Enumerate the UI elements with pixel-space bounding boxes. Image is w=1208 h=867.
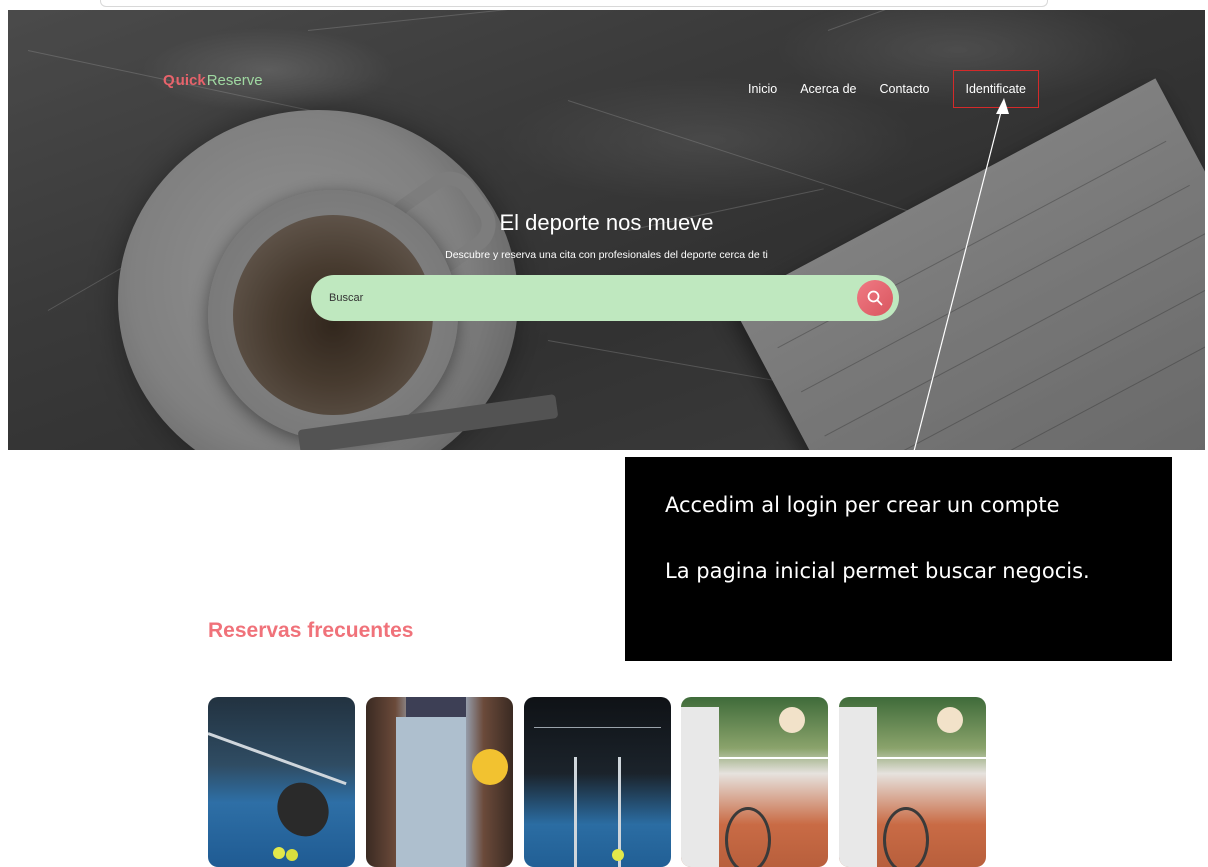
callout-line-2: La pagina inicial permet buscar negocis. (665, 559, 1090, 583)
nav-contacto[interactable]: Contacto (879, 78, 929, 100)
hero-banner: Q uick Reserve Inicio Acerca de Contacto… (8, 10, 1205, 450)
nav-acerca-de[interactable]: Acerca de (800, 78, 856, 100)
search-input[interactable] (327, 291, 857, 305)
card-tennis-1[interactable] (681, 697, 828, 867)
nav-identificate[interactable]: Identificate (952, 70, 1039, 108)
brand-logo[interactable]: Q uick Reserve (163, 72, 263, 89)
search-button[interactable] (857, 280, 893, 316)
card-tennis-2[interactable] (839, 697, 986, 867)
frequent-bookings-title: Reservas frecuentes (208, 619, 414, 642)
card-bowling[interactable] (366, 697, 513, 867)
annotation-callout: Accedim al login per crear un compte La … (625, 457, 1172, 661)
card-padel-court[interactable] (524, 697, 671, 867)
hero-title: El deporte nos mueve (499, 210, 714, 235)
logo-text-reserve: Reserve (206, 72, 263, 89)
search-bar (311, 275, 899, 321)
callout-line-1: Accedim al login per crear un compte (665, 493, 1060, 517)
browser-top-strip (100, 0, 1048, 7)
hero-subtitle: Descubre y reserva una cita con profesio… (445, 249, 768, 261)
logo-text-quick: uick (175, 72, 206, 89)
search-icon (867, 290, 883, 306)
card-padel-racket[interactable] (208, 697, 355, 867)
logo-search-icon: Q (163, 72, 175, 89)
nav-inicio[interactable]: Inicio (748, 78, 777, 100)
main-nav: Inicio Acerca de Contacto Identificate (748, 70, 1039, 108)
